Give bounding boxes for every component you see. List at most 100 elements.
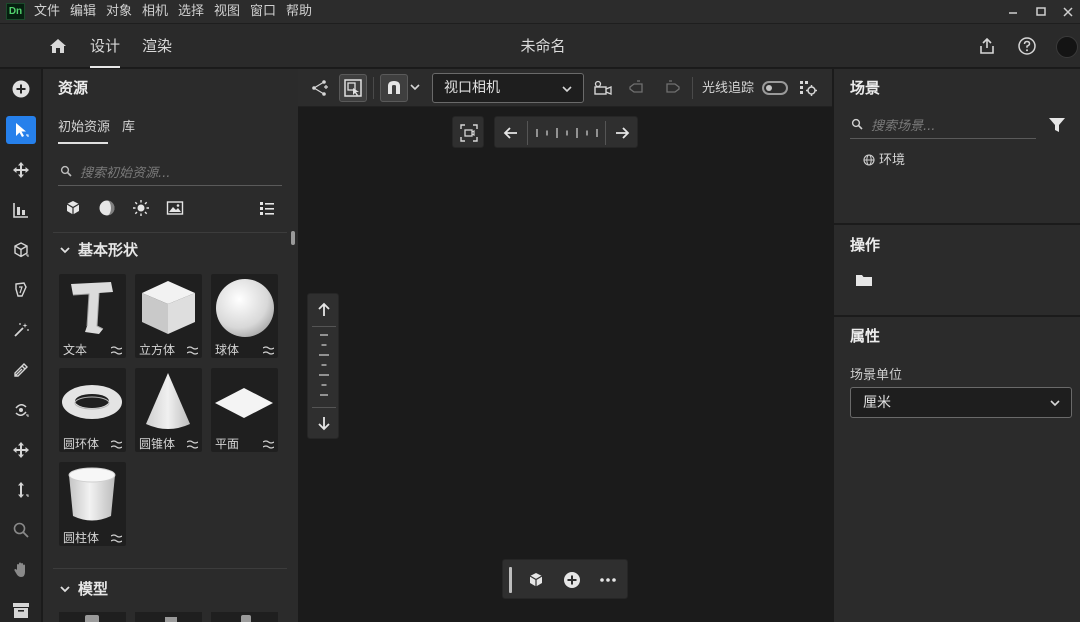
material-icon[interactable] <box>98 199 116 217</box>
magic-wand-icon[interactable] <box>6 316 36 344</box>
magnet-snap-icon[interactable] <box>380 74 408 102</box>
chevron-down-icon[interactable] <box>59 583 71 595</box>
tab-render[interactable]: 渲染 <box>142 36 172 56</box>
maximize-icon[interactable] <box>1033 4 1049 20</box>
select-tool-icon[interactable] <box>6 116 36 144</box>
sphere-shape-thumbnail <box>211 276 278 342</box>
hand-icon[interactable] <box>6 556 36 584</box>
model-tile[interactable] <box>211 612 278 622</box>
avatar[interactable] <box>1056 36 1078 58</box>
menu-window[interactable]: 窗口 <box>250 3 276 20</box>
arrow-right-icon[interactable] <box>609 120 635 146</box>
arrow-down-icon[interactable] <box>311 410 337 436</box>
menu-view[interactable]: 视图 <box>214 3 240 20</box>
magic-select-icon[interactable] <box>6 276 36 304</box>
adjust-icon[interactable] <box>111 440 122 449</box>
add-icon[interactable] <box>6 75 36 103</box>
share-icon[interactable] <box>977 36 997 56</box>
shape-tile-text[interactable]: 文本 <box>59 274 126 358</box>
shape-tile-torus[interactable]: 圆环体 <box>59 368 126 452</box>
shape-tile-cube[interactable]: 立方体 <box>135 274 202 358</box>
horizontal-scrub-slider[interactable] <box>533 125 601 141</box>
asset-search-placeholder: 搜索初始资源... <box>80 166 171 181</box>
transform-cube-icon[interactable] <box>6 236 36 264</box>
move-tool-icon[interactable] <box>6 156 36 184</box>
asset-search-field[interactable]: 搜索初始资源... <box>58 159 282 186</box>
subtab-starter-assets[interactable]: 初始资源 <box>58 119 110 136</box>
light-icon[interactable] <box>132 199 150 217</box>
globe-icon <box>863 154 875 166</box>
properties-title: 属性 <box>850 327 881 345</box>
vertical-scrub-slider[interactable] <box>316 332 332 402</box>
model-thumbnail <box>85 615 99 622</box>
arrow-up-icon[interactable] <box>311 297 337 323</box>
menu-select[interactable]: 选择 <box>178 3 204 20</box>
subtab-library[interactable]: 库 <box>122 119 135 136</box>
shape-tile-sphere[interactable]: 球体 <box>211 274 278 358</box>
add-circle-icon[interactable] <box>563 571 581 589</box>
adjust-icon[interactable] <box>111 346 122 355</box>
section-models[interactable]: 模型 <box>78 579 108 599</box>
arrow-left-icon[interactable] <box>498 120 524 146</box>
shape-tile-plane[interactable]: 平面 <box>211 368 278 452</box>
drag-handle[interactable] <box>509 567 512 593</box>
help-icon[interactable] <box>1017 36 1037 56</box>
render-settings-icon[interactable] <box>794 74 822 102</box>
filter-icon[interactable] <box>1048 116 1066 134</box>
chevron-down-icon[interactable] <box>409 81 421 93</box>
archive-icon[interactable] <box>6 596 36 622</box>
folder-icon[interactable] <box>855 272 873 288</box>
menu-edit[interactable]: 编辑 <box>70 3 96 20</box>
viewport[interactable]: 视口相机 光线追踪 <box>298 69 832 622</box>
active-tab-indicator <box>90 66 120 68</box>
camera-select[interactable]: 视口相机 <box>432 73 584 103</box>
scene-item-environment[interactable]: 环境 <box>879 152 905 169</box>
image-icon[interactable] <box>166 199 184 217</box>
model-tile[interactable] <box>59 612 126 622</box>
orbit-icon[interactable] <box>6 396 36 424</box>
active-subtab-indicator <box>58 142 108 144</box>
section-basic-shapes[interactable]: 基本形状 <box>78 240 138 260</box>
home-icon[interactable] <box>48 37 68 55</box>
shape-tile-cone[interactable]: 圆锥体 <box>135 368 202 452</box>
scene-graph-icon[interactable] <box>306 74 334 102</box>
camera-bookmark-icon[interactable] <box>589 74 617 102</box>
more-icon[interactable] <box>599 571 617 589</box>
chevron-down-icon[interactable] <box>59 244 71 256</box>
zoom-icon[interactable] <box>6 516 36 544</box>
search-icon <box>60 165 72 177</box>
adjust-icon[interactable] <box>263 440 274 449</box>
eyedropper-icon[interactable] <box>6 356 36 384</box>
adjust-icon[interactable] <box>187 440 198 449</box>
model-tile[interactable] <box>135 612 202 622</box>
shape-label-cone: 圆锥体 <box>139 437 176 451</box>
dolly-icon[interactable] <box>6 476 36 504</box>
cube-icon[interactable] <box>527 571 545 589</box>
raytrace-toggle[interactable] <box>762 81 788 95</box>
assets-scrollbar[interactable] <box>291 231 295 245</box>
raytrace-label: 光线追踪 <box>702 81 755 96</box>
pan-icon[interactable] <box>6 436 36 464</box>
minimize-icon[interactable] <box>1005 4 1021 20</box>
shape-tile-cylinder[interactable]: 圆柱体 <box>59 462 126 546</box>
list-view-icon[interactable] <box>258 199 276 217</box>
close-icon[interactable] <box>1060 4 1076 20</box>
camera-view-button[interactable] <box>452 116 484 148</box>
align-tool-icon[interactable] <box>6 196 36 224</box>
scene-unit-select[interactable]: 厘米 <box>850 387 1072 418</box>
menu-file[interactable]: 文件 <box>34 3 60 20</box>
model-icon[interactable] <box>64 199 82 217</box>
scene-search-field[interactable]: 搜索场景... <box>850 112 1036 139</box>
adjust-icon[interactable] <box>111 534 122 543</box>
adjust-icon[interactable] <box>263 346 274 355</box>
menu-camera[interactable]: 相机 <box>142 3 168 20</box>
cone-shape-thumbnail <box>135 370 202 436</box>
menu-help[interactable]: 帮助 <box>286 3 312 20</box>
camera-next-icon[interactable] <box>658 74 686 102</box>
tool-bar <box>0 69 42 622</box>
tab-design[interactable]: 设计 <box>90 36 120 56</box>
frame-selection-icon[interactable] <box>339 74 367 102</box>
camera-previous-icon[interactable] <box>623 74 651 102</box>
adjust-icon[interactable] <box>187 346 198 355</box>
menu-object[interactable]: 对象 <box>106 3 132 20</box>
